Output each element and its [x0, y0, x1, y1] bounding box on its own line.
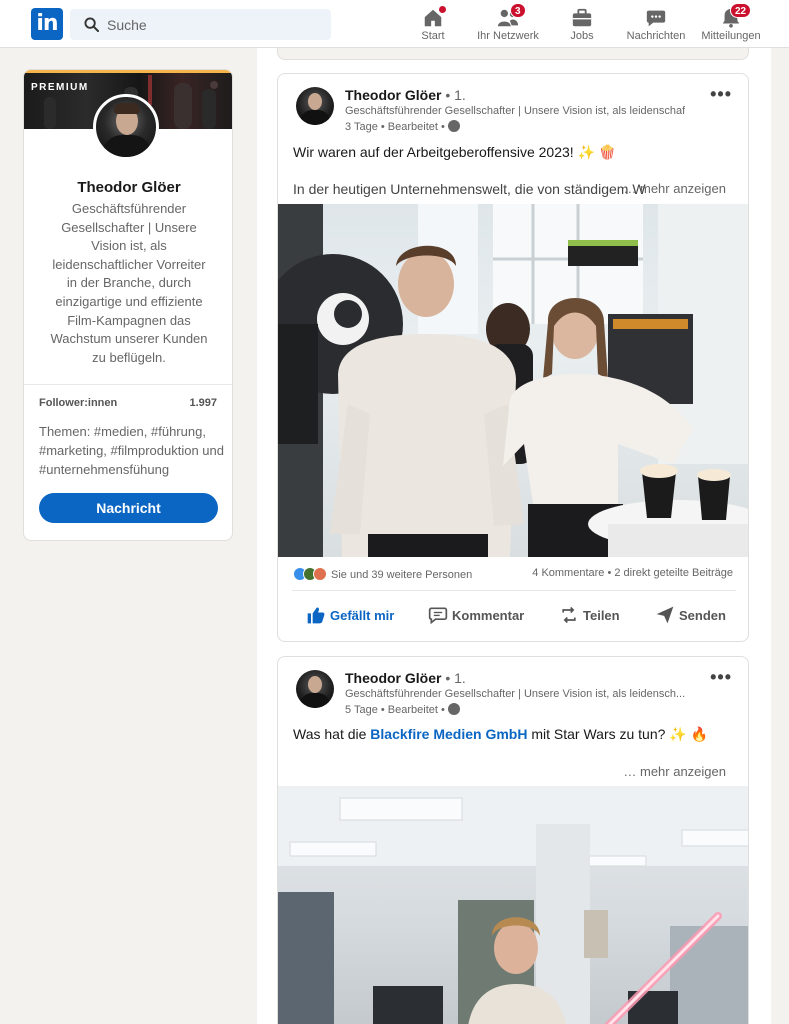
- post-photo: [278, 786, 748, 1024]
- globe-icon: [447, 703, 460, 715]
- post-stats[interactable]: 4 Kommentare • 2 direkt geteilte Beiträg…: [532, 567, 733, 579]
- feed-post: Theodor Glöer • 1. Geschäftsführender Ge…: [277, 656, 749, 1024]
- repost-label: Teilen: [583, 608, 620, 623]
- divider: [292, 590, 736, 591]
- profile-avatar[interactable]: [93, 94, 159, 160]
- reactions-text: Sie und 39 weitere Personen: [331, 569, 473, 581]
- post-image[interactable]: [278, 204, 748, 557]
- notification-dot: [437, 4, 448, 15]
- connection-degree: • 1.: [445, 87, 466, 103]
- author-name-text[interactable]: Theodor Glöer: [345, 87, 441, 103]
- globe-icon: [447, 120, 460, 132]
- post-text-line: In der heutigen Unternehmenswelt, die vo…: [293, 181, 646, 197]
- nav-item-messages[interactable]: Nachrichten: [622, 0, 690, 48]
- followers-count: 1.997: [189, 397, 217, 409]
- nav-item-label: Ihr Netzwerk: [477, 30, 539, 42]
- nav-item-network[interactable]: 3 Ihr Netzwerk: [474, 0, 542, 48]
- premium-label: PREMIUM: [31, 82, 89, 93]
- linkedin-logo[interactable]: in: [31, 8, 63, 40]
- send-button[interactable]: Senden: [655, 604, 726, 628]
- send-icon: [656, 606, 674, 624]
- more-options-icon[interactable]: •••: [710, 667, 732, 688]
- like-button[interactable]: Gefällt mir: [306, 604, 394, 628]
- reactions-summary[interactable]: Sie und 39 weitere Personen: [293, 567, 472, 581]
- divider: [24, 384, 232, 385]
- like-label: Gefällt mir: [330, 608, 395, 623]
- profile-description: Geschäftsführender Gesellschafter | Unse…: [50, 201, 208, 365]
- chat-icon: [646, 10, 666, 27]
- nav-item-jobs[interactable]: Jobs: [556, 0, 608, 48]
- show-more-link[interactable]: … mehr anzeigen: [623, 181, 726, 196]
- comment-icon: [428, 607, 448, 625]
- post-text-line: Was hat die Blackfire Medien GmbH mit St…: [293, 726, 708, 743]
- previous-post-edge: [277, 48, 749, 60]
- author-name[interactable]: Theodor Glöer • 1.: [345, 670, 466, 686]
- author-name[interactable]: Theodor Glöer • 1.: [345, 87, 466, 103]
- nav-item-label: Start: [421, 30, 445, 42]
- author-headline: Geschäftsführender Gesellschafter | Unse…: [345, 105, 685, 117]
- search-placeholder: Suche: [107, 17, 147, 33]
- feed-post: Theodor Glöer • 1. Geschäftsführender Ge…: [277, 73, 749, 642]
- notifications-badge: 22: [730, 3, 752, 18]
- nav-item-start[interactable]: Start: [405, 0, 461, 48]
- post-meta: 3 Tage • Bearbeitet •: [345, 120, 460, 133]
- network-badge: 3: [510, 3, 526, 18]
- nav-item-label: Mitteilungen: [701, 30, 761, 42]
- followers-label: Follower:innen: [39, 397, 118, 409]
- reaction-icons: [293, 567, 327, 581]
- show-more-link[interactable]: … mehr anzeigen: [623, 764, 726, 779]
- search-icon: [84, 17, 99, 32]
- thumbs-up-icon: [307, 607, 325, 624]
- post-meta-text: 3 Tage • Bearbeitet •: [345, 121, 445, 133]
- post-video[interactable]: [278, 786, 748, 1024]
- post-text-line: Wir waren auf der Arbeitgeberoffensive 2…: [293, 144, 617, 160]
- profile-card: PREMIUM Theodor Glöer Geschäftsführender…: [23, 69, 233, 541]
- author-headline: Geschäftsführender Gesellschafter | Unse…: [345, 688, 685, 700]
- comment-label: Kommentar: [452, 608, 525, 623]
- repost-icon: [562, 606, 576, 624]
- author-avatar[interactable]: [296, 87, 334, 125]
- love-reaction-icon: [313, 567, 327, 581]
- top-navigation: in Suche Start 3 Ihr Netzwerk Jobs Nachr…: [0, 0, 789, 48]
- more-options-icon[interactable]: •••: [710, 84, 732, 105]
- comment-button[interactable]: Kommentar: [428, 604, 524, 628]
- search-input[interactable]: Suche: [70, 9, 331, 40]
- post-photo: [278, 204, 748, 557]
- nav-item-label: Jobs: [570, 30, 594, 42]
- post-meta: 5 Tage • Bearbeitet •: [345, 703, 460, 716]
- post-meta-text: 5 Tage • Bearbeitet •: [345, 704, 445, 716]
- profile-themes: Themen: #medien, #führung, #marketing, #…: [39, 424, 224, 477]
- company-mention-link[interactable]: Blackfire Medien GmbH: [370, 726, 527, 742]
- nav-item-notifications[interactable]: 22 Mitteilungen: [697, 0, 765, 48]
- send-label: Senden: [679, 608, 726, 623]
- profile-name[interactable]: Theodor Glöer: [24, 179, 232, 196]
- repost-button[interactable]: Teilen: [559, 604, 620, 628]
- message-button[interactable]: Nachricht: [39, 493, 218, 523]
- briefcase-icon: [572, 8, 592, 27]
- author-name-text[interactable]: Theodor Glöer: [345, 670, 441, 686]
- nav-item-label: Nachrichten: [626, 30, 686, 42]
- connection-degree: • 1.: [445, 670, 466, 686]
- post-text-part: mit Star Wars zu tun? ✨ 🔥: [527, 726, 709, 742]
- post-text-part: Was hat die: [293, 726, 371, 742]
- author-avatar[interactable]: [296, 670, 334, 708]
